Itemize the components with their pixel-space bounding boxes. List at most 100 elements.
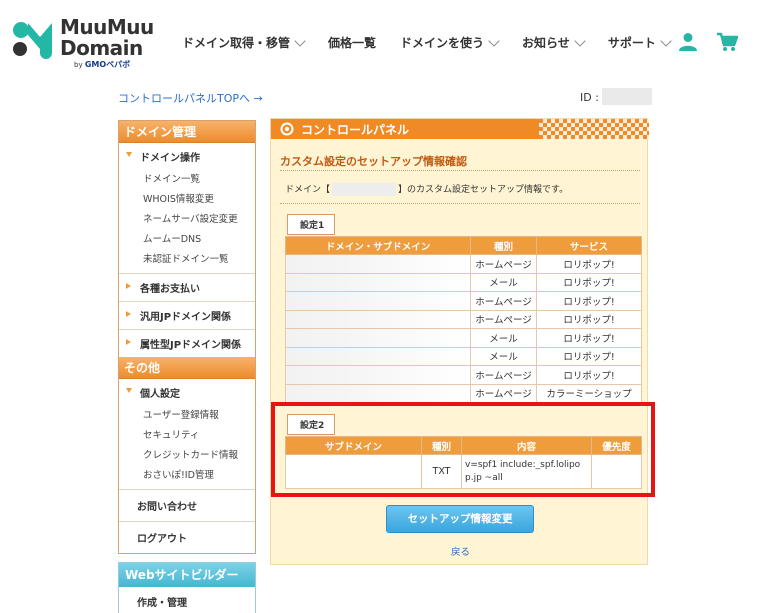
description: ドメイン【 】のカスタム設定セットアップ情報です。 bbox=[285, 182, 568, 196]
sidebar-payments[interactable]: 各種お支払い bbox=[119, 273, 255, 301]
domain-name-redacted bbox=[332, 183, 397, 196]
domain-cell-redacted bbox=[285, 254, 471, 274]
nav-domain-register[interactable]: ドメイン取得・移管 bbox=[182, 34, 306, 51]
type-cell: メール bbox=[470, 328, 537, 348]
nav-label: ドメイン取得・移管 bbox=[182, 36, 291, 50]
muumuu-logo-mark-icon bbox=[13, 22, 52, 59]
desc-suffix: 】のカスタム設定セットアップ情報です。 bbox=[398, 185, 569, 195]
sidebar-attr-jp[interactable]: 属性型JPドメイン関係 bbox=[119, 329, 255, 357]
sidebar-logout[interactable]: ログアウト bbox=[119, 521, 255, 553]
divider bbox=[280, 203, 640, 204]
nav-support[interactable]: サポート bbox=[608, 34, 672, 51]
site-header: MuuMuu Domain by GMOペパボ ドメイン取得・移管 価格一覧 ド… bbox=[0, 0, 768, 78]
service-cell: ロリポップ! bbox=[536, 291, 642, 311]
sidebar-contact[interactable]: お問い合わせ bbox=[119, 489, 255, 521]
type-cell: メール bbox=[470, 346, 537, 366]
nav-use-domain[interactable]: ドメインを使う bbox=[400, 34, 500, 51]
table-row: メール ロリポップ! bbox=[285, 328, 642, 348]
highlight-box bbox=[271, 402, 655, 497]
sidebar-domain-ops[interactable]: ドメイン操作 bbox=[119, 143, 255, 170]
desc-prefix: ドメイン【 bbox=[285, 185, 331, 195]
col-header-domain: ドメイン・サブドメイン bbox=[285, 236, 471, 255]
table-row: ホームページ ロリポップ! bbox=[285, 309, 642, 329]
sidebar: ドメイン管理 ドメイン操作 ドメイン一覧 WHOIS情報変更 ネームサーバ設定変… bbox=[118, 120, 256, 613]
table-row: ホームページ ロリポップ! bbox=[285, 365, 642, 385]
sidebar-personal[interactable]: 個人設定 bbox=[119, 379, 255, 406]
divider bbox=[280, 170, 640, 171]
table-header-row: ドメイン・サブドメイン 種別 サービス bbox=[285, 236, 642, 255]
nav-news[interactable]: お知らせ bbox=[522, 34, 586, 51]
triangle-right-icon bbox=[126, 339, 131, 345]
triangle-down-icon bbox=[126, 152, 132, 157]
sidebar-item-user-info[interactable]: ユーザー登録情報 bbox=[119, 406, 255, 426]
table-row: メール ロリポップ! bbox=[285, 272, 642, 292]
sidebar-web-panel: Webサイトビルダー 作成・管理 bbox=[118, 562, 256, 613]
service-cell: ロリポップ! bbox=[536, 328, 642, 348]
nav-label: 価格一覧 bbox=[328, 36, 377, 50]
sidebar-group-label: 各種お支払い bbox=[140, 284, 200, 295]
muumuu-logo[interactable]: MuuMuu Domain by GMOペパボ bbox=[12, 17, 154, 69]
service-cell: ロリポップ! bbox=[536, 346, 642, 366]
user-icon[interactable] bbox=[678, 32, 698, 52]
sidebar-item-credit-card[interactable]: クレジットカード情報 bbox=[119, 446, 255, 466]
sidebar-other-head: その他 bbox=[119, 357, 255, 379]
triangle-right-icon bbox=[126, 283, 131, 289]
cart-icon[interactable] bbox=[716, 32, 738, 52]
type-cell: ホームページ bbox=[470, 309, 537, 329]
col-header-service: サービス bbox=[536, 236, 642, 255]
sidebar-web-create[interactable]: 作成・管理 bbox=[119, 587, 255, 613]
sidebar-item-nameserver[interactable]: ネームサーバ設定変更 bbox=[119, 210, 255, 230]
gear-icon bbox=[280, 122, 294, 136]
logo-wordmark: MuuMuu Domain bbox=[60, 17, 154, 59]
table-row: メール ロリポップ! bbox=[285, 346, 642, 366]
type-cell: ホームページ bbox=[470, 254, 537, 274]
id-label: ID : bbox=[580, 91, 599, 104]
sidebar-domain-head: ドメイン管理 bbox=[119, 121, 255, 143]
control-panel-top-link[interactable]: コントロールパネルTOPへ → bbox=[118, 90, 263, 106]
type-cell: ホームページ bbox=[470, 383, 537, 403]
sidebar-item-domain-list[interactable]: ドメイン一覧 bbox=[119, 170, 255, 190]
service-cell: ロリポップ! bbox=[536, 365, 642, 385]
sidebar-group-label: 属性型JPドメイン関係 bbox=[140, 340, 242, 351]
logo-line-2: Domain bbox=[60, 36, 143, 60]
sidebar-item-security[interactable]: セキュリティ bbox=[119, 426, 255, 446]
table-row: ホームページ ロリポップ! bbox=[285, 254, 642, 274]
setting1-label: 設定1 bbox=[287, 214, 336, 235]
chevron-down-icon bbox=[488, 34, 500, 47]
checker-pattern bbox=[539, 119, 649, 139]
triangle-right-icon bbox=[126, 311, 131, 317]
table-row: ホームページ カラーミーショップ bbox=[285, 383, 642, 403]
control-panel-bar: コントロールパネル bbox=[271, 119, 649, 139]
service-cell: ロリポップ! bbox=[536, 254, 642, 274]
table-row: ホームページ ロリポップ! bbox=[285, 291, 642, 311]
nav-label: お知らせ bbox=[522, 36, 570, 50]
domain-cell-redacted bbox=[285, 291, 471, 311]
domain-cell-redacted bbox=[285, 328, 471, 348]
change-setup-button[interactable]: セットアップ情報変更 bbox=[386, 505, 534, 533]
sidebar-domain-panel: ドメイン管理 ドメイン操作 ドメイン一覧 WHOIS情報変更 ネームサーバ設定変… bbox=[118, 120, 256, 554]
type-cell: メール bbox=[470, 272, 537, 292]
nav-label: ドメインを使う bbox=[400, 36, 485, 50]
logo-line-1: MuuMuu bbox=[60, 15, 154, 39]
sidebar-generic-jp[interactable]: 汎用JPドメイン関係 bbox=[119, 301, 255, 329]
domain-cell-redacted bbox=[285, 309, 471, 329]
triangle-down-icon bbox=[126, 388, 132, 393]
back-link[interactable]: 戻る bbox=[451, 544, 470, 558]
sidebar-item-muumuu-dns[interactable]: ムームーDNS bbox=[119, 230, 255, 250]
domain-cell-redacted bbox=[285, 383, 471, 403]
sidebar-item-whois[interactable]: WHOIS情報変更 bbox=[119, 190, 255, 210]
chevron-down-icon bbox=[660, 34, 672, 47]
type-cell: ホームページ bbox=[470, 365, 537, 385]
domain-cell-redacted bbox=[285, 365, 471, 385]
col-header-type: 種別 bbox=[470, 236, 537, 255]
nav-price-list[interactable]: 価格一覧 bbox=[328, 34, 376, 51]
sidebar-item-osaipo-id[interactable]: おさいぽ!ID管理 bbox=[119, 466, 255, 486]
sidebar-item-unverified[interactable]: 未認証ドメイン一覧 bbox=[119, 250, 255, 270]
domain-cell-redacted bbox=[285, 272, 471, 292]
sidebar-web-head: Webサイトビルダー bbox=[119, 563, 255, 587]
sidebar-group-label: ドメイン操作 bbox=[140, 153, 200, 164]
service-cell: カラーミーショップ bbox=[536, 383, 642, 403]
chevron-down-icon bbox=[574, 34, 586, 47]
type-cell: ホームページ bbox=[470, 291, 537, 311]
control-panel-title: コントロールパネル bbox=[301, 123, 410, 137]
